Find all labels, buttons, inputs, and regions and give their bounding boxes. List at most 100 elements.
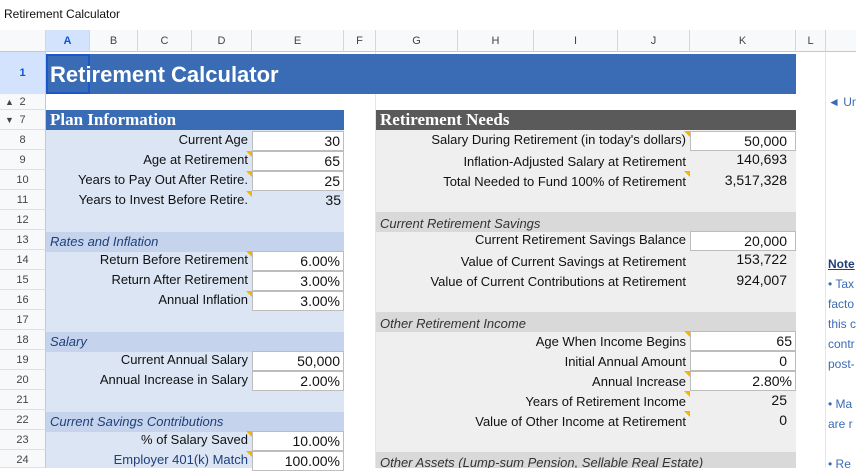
row-header-22[interactable]: 22 xyxy=(0,410,46,430)
salary-increase-label: Annual Increase in Salary xyxy=(99,372,248,387)
note-line: are r xyxy=(828,417,853,431)
note-line: post- xyxy=(828,357,855,371)
column-header-j[interactable]: J xyxy=(618,30,690,52)
inflation-adjusted-salary-label: Inflation-Adjusted Salary at Retirement xyxy=(463,154,686,169)
plan-information-header: Plan Information xyxy=(46,110,344,130)
savings-contributions-header: Current Savings Contributions xyxy=(46,412,344,432)
salary-during-retirement-input[interactable]: 50,000 xyxy=(690,131,796,151)
employer-match-input[interactable]: 100.00% xyxy=(252,451,344,471)
current-retirement-savings-header: Current Retirement Savings xyxy=(376,212,796,232)
row-header-10[interactable]: 10 xyxy=(0,170,46,190)
age-income-begins-input[interactable]: 65 xyxy=(690,331,796,351)
column-header-f[interactable]: F xyxy=(344,30,376,52)
row-header-14[interactable]: 14 xyxy=(0,250,46,270)
current-salary-label: Current Annual Salary xyxy=(120,352,248,367)
age-at-retirement-input[interactable]: 65 xyxy=(252,151,344,171)
employer-match-label[interactable]: Employer 401(k) Match xyxy=(46,452,248,467)
row-header-23[interactable]: 23 xyxy=(0,430,46,450)
other-assets-header: Other Assets (Lump-sum Pension, Sellable… xyxy=(376,452,796,468)
rates-inflation-header: Rates and Inflation xyxy=(46,232,344,252)
row-header-16[interactable]: 16 xyxy=(0,290,46,310)
annual-increase-label: Annual Increase xyxy=(592,374,686,389)
percent-saved-input[interactable]: 10.00% xyxy=(252,431,344,451)
row-header-9[interactable]: 9 xyxy=(0,150,46,170)
current-age-input[interactable]: 30 xyxy=(252,131,344,151)
column-header-a[interactable]: A xyxy=(46,30,90,52)
sheet-title: Retirement Calculator xyxy=(50,62,279,87)
return-after-label: Return After Retirement xyxy=(111,272,248,287)
row-header-12[interactable]: 12 xyxy=(0,210,46,230)
row-header-1[interactable]: 1 xyxy=(0,52,46,94)
return-after-input[interactable]: 3.00% xyxy=(252,271,344,291)
row-header-7[interactable]: ▼ 7 xyxy=(0,110,46,130)
note-line: • Tax xyxy=(828,277,854,291)
row-header-17[interactable]: 17 xyxy=(0,310,46,330)
unhide-link[interactable]: ◄ Un xyxy=(828,95,856,109)
row-header-24[interactable]: 24 xyxy=(0,450,46,468)
inflation-adjusted-salary-value: 140,693 xyxy=(736,151,787,167)
column-header-h[interactable]: H xyxy=(458,30,534,52)
select-all-corner[interactable] xyxy=(0,30,46,52)
row-header-8[interactable]: 8 xyxy=(0,130,46,150)
value-contributions-value: 924,007 xyxy=(736,272,787,288)
column-header-blank xyxy=(826,30,856,52)
value-current-savings-value: 153,722 xyxy=(736,251,787,267)
initial-annual-amount-input[interactable]: 0 xyxy=(690,351,796,371)
salary-during-retirement-label: Salary During Retirement (in today's dol… xyxy=(431,132,686,147)
row-header-11[interactable]: 11 xyxy=(0,190,46,210)
current-savings-balance-label: Current Retirement Savings Balance xyxy=(475,232,686,247)
column-header-k[interactable]: K xyxy=(690,30,796,52)
years-retirement-income-value: 25 xyxy=(771,392,787,408)
current-savings-balance-input[interactable]: 20,000 xyxy=(690,231,796,251)
collapse-up-icon[interactable]: ▲ xyxy=(5,94,14,110)
notes-title: Note xyxy=(828,257,855,271)
note-line: this c xyxy=(828,317,856,331)
salary-header: Salary xyxy=(46,332,344,352)
annual-inflation-input[interactable]: 3.00% xyxy=(252,291,344,311)
value-other-income-label: Value of Other Income at Retirement xyxy=(475,414,686,429)
column-header-g[interactable]: G xyxy=(376,30,458,52)
column-header-d[interactable]: D xyxy=(192,30,252,52)
window-title: Retirement Calculator xyxy=(4,7,121,21)
value-current-savings-label: Value of Current Savings at Retirement xyxy=(460,254,686,269)
years-to-invest-value: 35 xyxy=(325,192,341,208)
current-salary-input[interactable]: 50,000 xyxy=(252,351,344,371)
years-pay-out-input[interactable]: 25 xyxy=(252,171,344,191)
annual-inflation-label: Annual Inflation xyxy=(158,292,248,307)
column-header-l[interactable]: L xyxy=(796,30,826,52)
row-header-20[interactable]: 20 xyxy=(0,370,46,390)
row-header-19[interactable]: 19 xyxy=(0,350,46,370)
total-needed-value: 3,517,328 xyxy=(724,172,787,188)
years-pay-out-label: Years to Pay Out After Retire. xyxy=(77,172,248,187)
other-retirement-income-header: Other Retirement Income xyxy=(376,312,796,332)
annual-increase-input[interactable]: 2.80% xyxy=(690,371,796,391)
expand-down-icon[interactable]: ▼ xyxy=(5,110,14,130)
years-to-invest-label: Years to Invest Before Retire. xyxy=(78,192,248,207)
note-line: • Re xyxy=(828,457,851,471)
row-header-15[interactable]: 15 xyxy=(0,270,46,290)
note-line: facto xyxy=(828,297,855,311)
row-header-21[interactable]: 21 xyxy=(0,390,46,410)
note-line: • Ma xyxy=(828,397,853,411)
age-at-retirement-label: Age at Retirement xyxy=(143,152,248,167)
title-band: Retirement Calculator xyxy=(46,54,796,94)
value-other-income-value: 0 xyxy=(779,412,787,428)
note-line: contr xyxy=(828,337,855,351)
current-age-label: Current Age xyxy=(178,132,248,147)
initial-annual-amount-label: Initial Annual Amount xyxy=(564,354,686,369)
column-header-b[interactable]: B xyxy=(90,30,138,52)
return-before-input[interactable]: 6.00% xyxy=(252,251,344,271)
age-income-begins-label: Age When Income Begins xyxy=(535,334,686,349)
row-header-2[interactable]: ▲ 2 xyxy=(0,94,46,110)
column-header-i[interactable]: I xyxy=(534,30,618,52)
row-header-18[interactable]: 18 xyxy=(0,330,46,350)
years-retirement-income-label: Years of Retirement Income xyxy=(525,394,686,409)
row-header-13[interactable]: 13 xyxy=(0,230,46,250)
window-title-bar: Retirement Calculator xyxy=(0,0,856,30)
salary-increase-input[interactable]: 2.00% xyxy=(252,371,344,391)
column-header-e[interactable]: E xyxy=(252,30,344,52)
gridline xyxy=(825,52,826,468)
retirement-needs-header: Retirement Needs xyxy=(376,110,796,130)
return-before-label: Return Before Retirement xyxy=(99,252,248,267)
column-header-c[interactable]: C xyxy=(138,30,192,52)
